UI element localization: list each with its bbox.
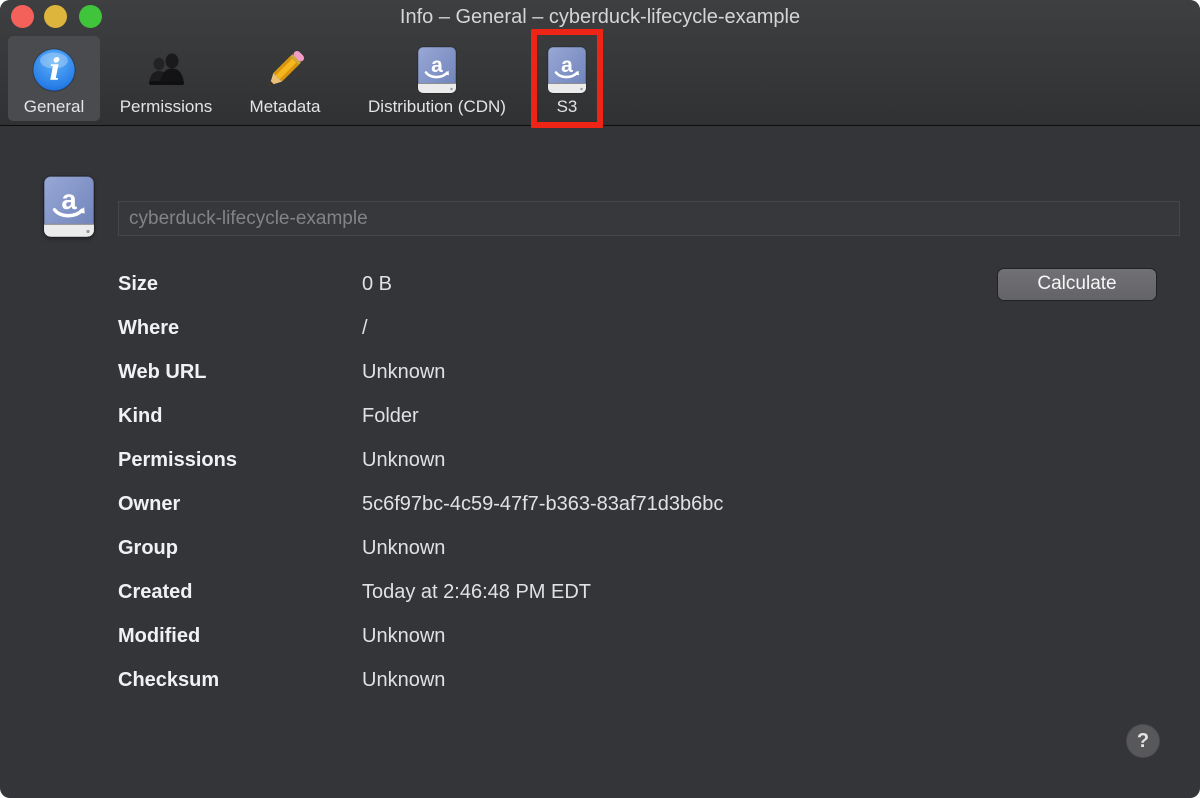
row-label: Size (118, 273, 362, 296)
row-permissions: Permissions Unknown (118, 438, 1156, 482)
row-label: Where (118, 317, 362, 340)
row-value: 0 B (362, 273, 392, 296)
tab-distribution-cdn[interactable]: a Distribution (CDN) (346, 36, 528, 121)
row-web-url: Web URL Unknown (118, 350, 1156, 394)
row-label: Created (118, 581, 362, 604)
svg-text:i: i (49, 53, 60, 88)
row-value: 5c6f97bc-4c59-47f7-b363-83af71d3b6bc (362, 493, 723, 516)
row-label: Owner (118, 493, 362, 516)
help-button[interactable]: ? (1126, 724, 1160, 758)
tab-metadata[interactable]: Metadata (238, 36, 332, 121)
row-value: Today at 2:46:48 PM EDT (362, 581, 591, 604)
row-kind: Kind Folder (118, 394, 1156, 438)
toolbar: i General Permissions (0, 33, 1200, 125)
svg-text:a: a (561, 54, 573, 77)
row-label: Web URL (118, 361, 362, 384)
titlebar[interactable]: Info – General – cyberduck-lifecycle-exa… (0, 0, 1200, 33)
row-label: Group (118, 537, 362, 560)
tab-metadata-label: Metadata (250, 97, 321, 117)
tab-s3-label: S3 (557, 97, 578, 117)
general-pane: a Size 0 B Calculate Where / Web URL Unk… (0, 126, 1200, 798)
row-value: Unknown (362, 449, 445, 472)
row-label: Permissions (118, 449, 362, 472)
tab-s3[interactable]: a S3 (535, 36, 599, 121)
calculate-button[interactable]: Calculate (998, 269, 1156, 300)
row-checksum: Checksum Unknown (118, 658, 1156, 702)
svg-text:a: a (431, 54, 443, 77)
row-value: Folder (362, 405, 419, 428)
row-where: Where / (118, 306, 1156, 350)
row-value: Unknown (362, 537, 445, 560)
row-size: Size 0 B Calculate (118, 262, 1156, 306)
row-value: Unknown (362, 361, 445, 384)
window-header: Info – General – cyberduck-lifecycle-exa… (0, 0, 1200, 126)
tab-permissions[interactable]: Permissions (108, 36, 224, 121)
question-mark-icon: ? (1137, 730, 1149, 753)
row-owner: Owner 5c6f97bc-4c59-47f7-b363-83af71d3b6… (118, 482, 1156, 526)
s3-bucket-icon: a (40, 175, 98, 243)
row-modified: Modified Unknown (118, 614, 1156, 658)
filename-input[interactable] (118, 201, 1180, 236)
s3-drive-icon: a (545, 45, 589, 95)
attributes-list: Size 0 B Calculate Where / Web URL Unkno… (118, 262, 1156, 702)
row-label: Kind (118, 405, 362, 428)
tab-general[interactable]: i General (8, 36, 100, 121)
tab-general-label: General (24, 97, 84, 117)
row-label: Modified (118, 625, 362, 648)
row-label: Checksum (118, 669, 362, 692)
row-value: Unknown (362, 625, 445, 648)
tab-permissions-label: Permissions (120, 97, 213, 117)
pencil-icon (261, 45, 309, 95)
people-icon (144, 45, 188, 95)
window-title: Info – General – cyberduck-lifecycle-exa… (0, 0, 1200, 33)
info-window: Info – General – cyberduck-lifecycle-exa… (0, 0, 1200, 798)
row-created: Created Today at 2:46:48 PM EDT (118, 570, 1156, 614)
s3-drive-icon: a (415, 45, 459, 95)
row-value: / (362, 317, 368, 340)
tab-distribution-cdn-label: Distribution (CDN) (368, 97, 506, 117)
row-value: Unknown (362, 669, 445, 692)
svg-text:a: a (61, 184, 77, 215)
row-group: Group Unknown (118, 526, 1156, 570)
info-icon: i (31, 45, 77, 95)
